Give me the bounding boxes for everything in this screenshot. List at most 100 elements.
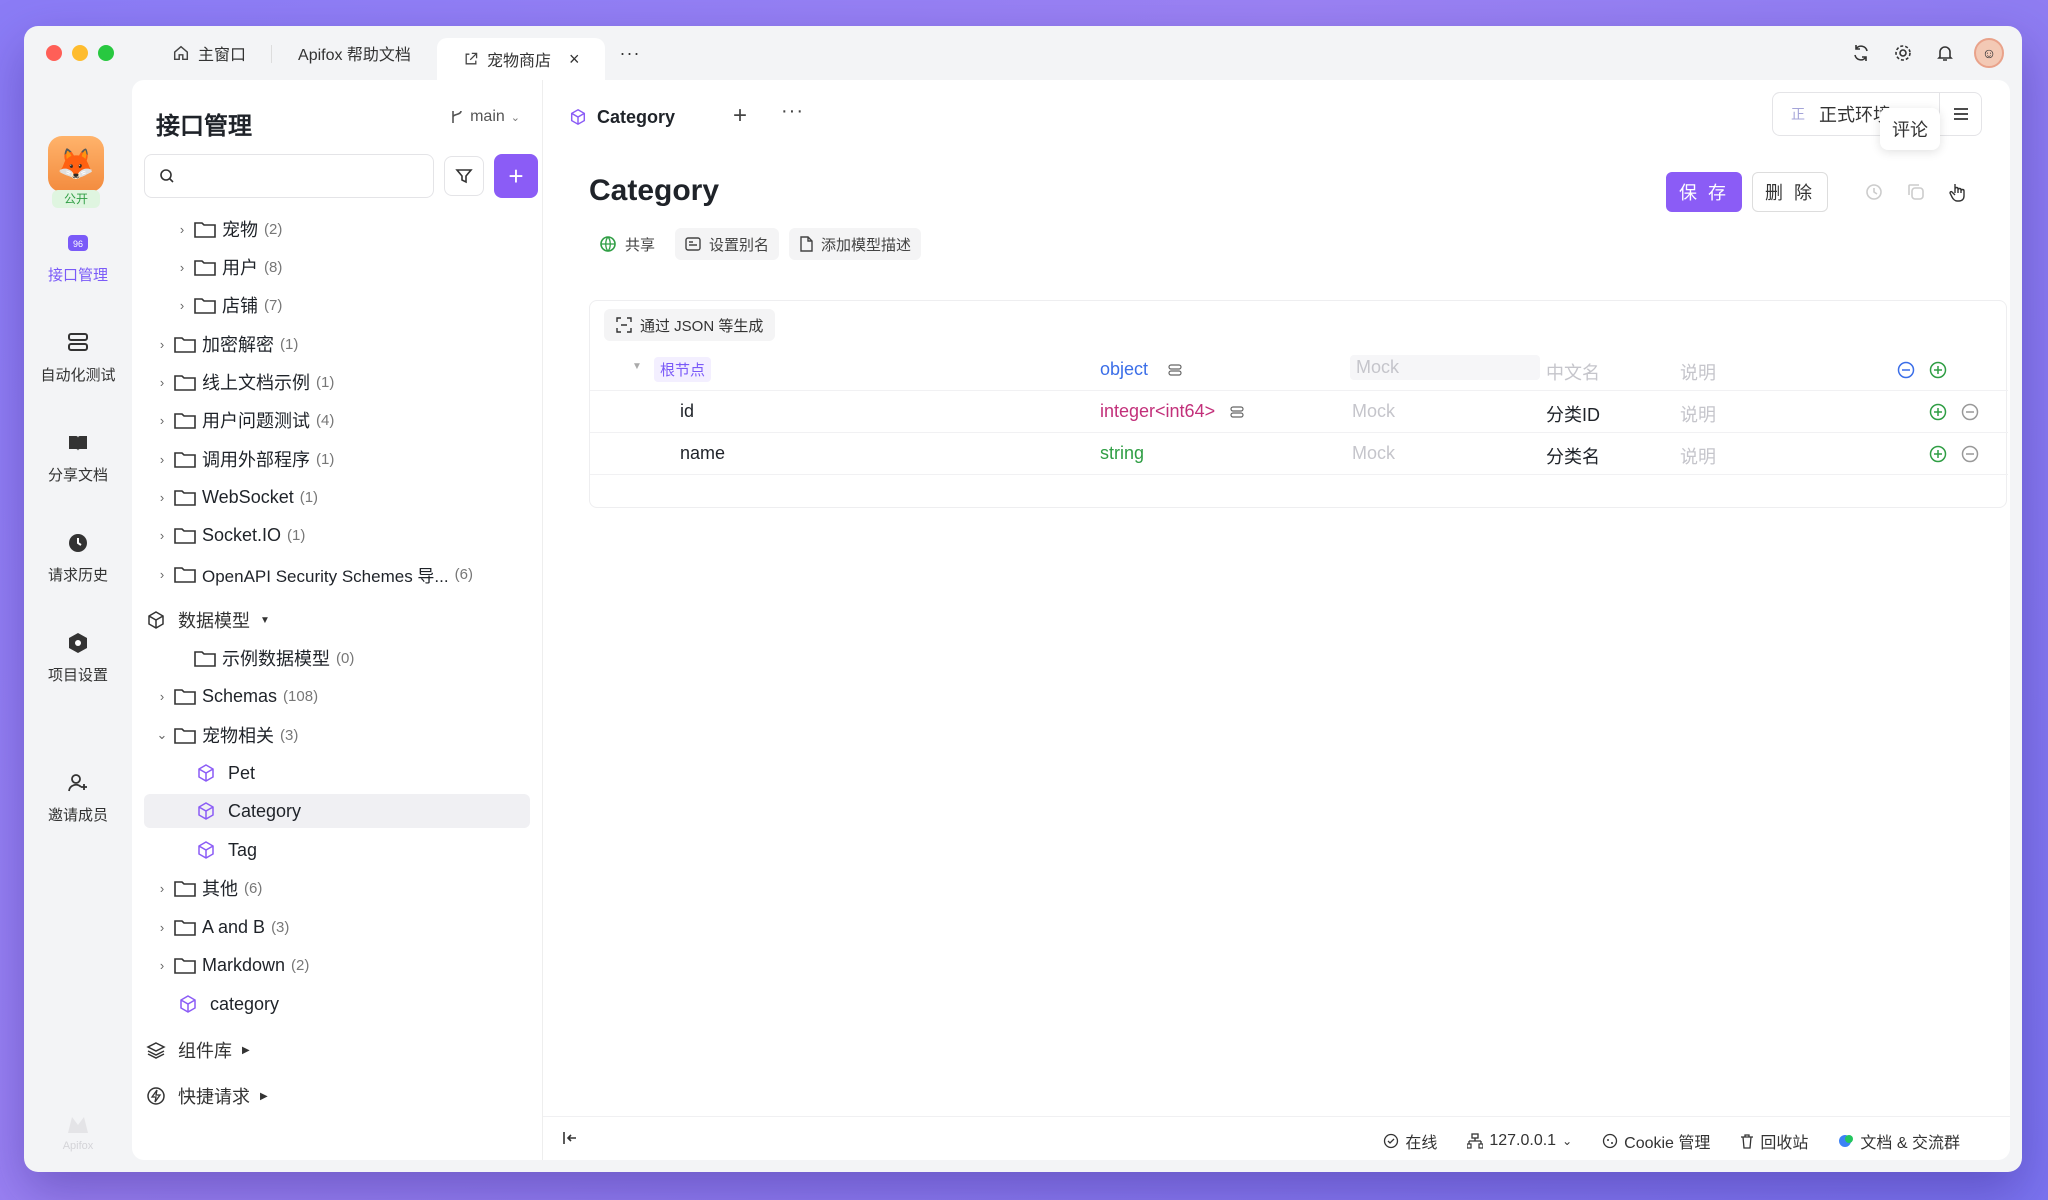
chevron-right-icon[interactable]: ›: [172, 298, 192, 313]
window-tab-petstore[interactable]: 宠物商店 ×: [436, 38, 606, 80]
section-quick-requests[interactable]: 快捷请求 ▶: [144, 1079, 530, 1113]
tree-folder[interactable]: 示例数据模型 (0): [144, 641, 530, 675]
online-status[interactable]: 在线: [1383, 1129, 1437, 1153]
chevron-right-icon[interactable]: ›: [152, 881, 172, 896]
minimize-window-button[interactable]: [72, 45, 88, 61]
description-input[interactable]: 说明: [1680, 443, 1716, 469]
section-components[interactable]: 组件库 ▶: [144, 1033, 530, 1067]
tree-folder[interactable]: › A and B (3): [144, 910, 530, 944]
share-chip[interactable]: 共享: [589, 228, 665, 260]
close-window-button[interactable]: [46, 45, 62, 61]
chevron-right-icon[interactable]: ›: [152, 528, 172, 543]
chevron-right-icon[interactable]: ›: [152, 337, 172, 352]
chevron-right-icon[interactable]: ›: [172, 222, 192, 237]
comment-icon[interactable]: [1946, 180, 1970, 204]
tree-folder[interactable]: › 店铺 (7): [144, 288, 530, 322]
collapse-sidebar-icon[interactable]: [561, 1129, 579, 1152]
add-sibling-icon[interactable]: [1928, 444, 1948, 464]
environment-selector[interactable]: 正 正式环境: [1772, 92, 1982, 136]
cn-name-input[interactable]: 分类ID: [1546, 401, 1600, 427]
remove-field-icon[interactable]: [1960, 402, 1980, 422]
chevron-right-icon[interactable]: ›: [152, 375, 172, 390]
tree-folder[interactable]: › 调用外部程序 (1): [144, 442, 530, 476]
add-sibling-icon[interactable]: [1928, 402, 1948, 422]
rail-item-api-management[interactable]: 96 接口管理: [24, 228, 132, 285]
description-input[interactable]: 说明: [1680, 359, 1716, 385]
chevron-right-icon[interactable]: ›: [152, 689, 172, 704]
rail-item-project-settings[interactable]: 项目设置: [24, 628, 132, 685]
tree-folder[interactable]: › WebSocket (1): [144, 480, 530, 514]
field-type[interactable]: object: [1100, 359, 1148, 380]
save-button[interactable]: 保 存: [1666, 172, 1742, 212]
mock-input[interactable]: Mock: [1352, 443, 1395, 464]
doc-tab-category[interactable]: Category: [555, 94, 716, 142]
chevron-right-icon[interactable]: ›: [152, 413, 172, 428]
search-input[interactable]: [185, 167, 425, 185]
section-data-models[interactable]: 数据模型 ▼: [144, 603, 530, 637]
collapse-all-icon[interactable]: [1896, 360, 1916, 380]
user-avatar[interactable]: ☺: [1974, 38, 2004, 68]
tree-folder[interactable]: › 用户 (8): [144, 250, 530, 284]
project-logo-icon[interactable]: 🦊: [48, 136, 104, 192]
description-input[interactable]: 说明: [1680, 401, 1716, 427]
sidebar-search[interactable]: [144, 154, 434, 198]
sync-icon[interactable]: [1848, 40, 1874, 66]
set-alias-chip[interactable]: 设置别名: [675, 228, 780, 260]
collapse-caret-icon[interactable]: ▼: [632, 361, 642, 372]
add-child-icon[interactable]: [1928, 360, 1948, 380]
mock-input[interactable]: Mock: [1352, 401, 1395, 422]
tab-more-icon[interactable]: ···: [781, 100, 804, 123]
filter-button[interactable]: [444, 156, 484, 196]
mock-input[interactable]: Mock: [1350, 355, 1540, 380]
field-name[interactable]: 根节点: [654, 357, 712, 382]
rail-item-invite-members[interactable]: 邀请成员: [24, 768, 132, 825]
field-type[interactable]: string: [1100, 443, 1144, 464]
add-description-chip[interactable]: 添加模型描述: [789, 228, 922, 260]
docs-community[interactable]: 文档 & 交流群: [1838, 1129, 1960, 1153]
tree-folder[interactable]: › 宠物 (2): [144, 212, 530, 246]
bell-icon[interactable]: [1932, 40, 1958, 66]
cn-name-input[interactable]: 中文名: [1546, 359, 1600, 385]
rail-item-automation-test[interactable]: 自动化测试: [24, 328, 132, 385]
chevron-down-icon[interactable]: ⌄: [152, 727, 172, 743]
chevron-right-icon[interactable]: ›: [152, 490, 172, 505]
tree-folder[interactable]: › Socket.IO (1): [144, 518, 530, 552]
rail-item-share-docs[interactable]: 分享文档: [24, 428, 132, 485]
agent-selector[interactable]: 127.0.0.1 ⌄: [1467, 1129, 1572, 1153]
tree-folder[interactable]: › 加密解密 (1): [144, 327, 530, 361]
tree-folder[interactable]: › 其他 (6): [144, 871, 530, 905]
chevron-right-icon[interactable]: ›: [152, 452, 172, 467]
tree-model-item[interactable]: Category: [144, 794, 530, 828]
history-icon[interactable]: [1862, 180, 1886, 204]
window-tab-help[interactable]: Apifox 帮助文档: [272, 34, 437, 72]
settings-gear-icon[interactable]: [1890, 40, 1916, 66]
copy-icon[interactable]: [1904, 180, 1928, 204]
new-tab-plus-icon[interactable]: +: [733, 102, 747, 130]
add-button[interactable]: +: [494, 154, 538, 198]
field-name[interactable]: id: [680, 401, 694, 422]
close-tab-icon[interactable]: ×: [569, 49, 580, 70]
tree-folder[interactable]: ⌄ 宠物相关 (3): [144, 718, 530, 752]
cookie-manager[interactable]: Cookie 管理: [1602, 1129, 1710, 1153]
cn-name-input[interactable]: 分类名: [1546, 443, 1600, 469]
tree-model-item[interactable]: category: [144, 987, 530, 1021]
tree-folder[interactable]: › 用户问题测试 (4): [144, 403, 530, 437]
link-icon[interactable]: [1168, 361, 1182, 382]
menu-icon[interactable]: [1939, 93, 1981, 135]
remove-field-icon[interactable]: [1960, 444, 1980, 464]
field-name[interactable]: name: [680, 443, 725, 464]
tree-model-item[interactable]: Tag: [144, 833, 530, 867]
recycle-bin[interactable]: 回收站: [1740, 1129, 1808, 1153]
link-icon[interactable]: [1230, 403, 1244, 424]
more-tabs-icon[interactable]: ···: [619, 43, 640, 64]
chevron-right-icon[interactable]: ›: [152, 567, 172, 582]
delete-button[interactable]: 删 除: [1752, 172, 1828, 212]
field-type[interactable]: integer<int64>: [1100, 401, 1215, 422]
chevron-right-icon[interactable]: ›: [172, 260, 192, 275]
rail-item-request-history[interactable]: 请求历史: [24, 528, 132, 585]
tree-folder[interactable]: › Markdown (2): [144, 948, 530, 982]
maximize-window-button[interactable]: [98, 45, 114, 61]
generate-from-json-button[interactable]: 通过 JSON 等生成: [604, 309, 776, 341]
chevron-right-icon[interactable]: ›: [152, 920, 172, 935]
tree-folder[interactable]: › Schemas (108): [144, 679, 530, 713]
